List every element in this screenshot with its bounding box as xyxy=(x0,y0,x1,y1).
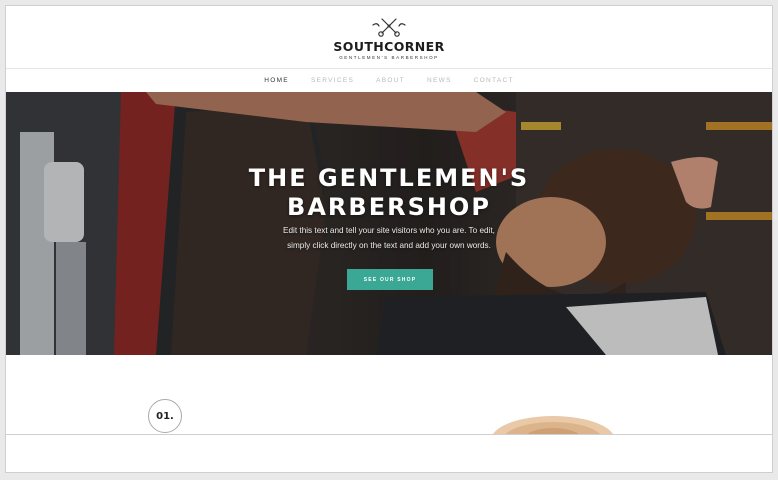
hero-banner: THE GENTLEMEN'S BARBERSHOP Edit this tex… xyxy=(6,92,772,355)
hero-subtitle: Edit this text and tell your site visito… xyxy=(6,223,772,253)
hero-subtitle-line-1: Edit this text and tell your site visito… xyxy=(283,226,495,235)
hero-title: THE GENTLEMEN'S BARBERSHOP xyxy=(6,164,772,222)
hero-title-line-1: THE GENTLEMEN'S xyxy=(248,164,530,192)
hero-subtitle-line-2: simply click directly on the text and ad… xyxy=(287,241,491,250)
bottom-area xyxy=(6,434,772,472)
see-our-shop-button[interactable]: SEE OUR SHOP xyxy=(347,269,433,290)
logo[interactable]: SOUTHCORNER GENTLEMEN'S BARBERSHOP xyxy=(6,16,772,60)
hero-title-line-2: BARBERSHOP xyxy=(287,193,491,221)
browser-frame: SOUTHCORNER GENTLEMEN'S BARBERSHOP HOME … xyxy=(5,5,773,473)
nav-item-news[interactable]: NEWS xyxy=(416,77,463,84)
brand-tagline: GENTLEMEN'S BARBERSHOP xyxy=(339,55,439,60)
nav-item-home[interactable]: HOME xyxy=(253,77,300,84)
site-header: SOUTHCORNER GENTLEMEN'S BARBERSHOP xyxy=(6,6,772,68)
nav-item-services[interactable]: SERVICES xyxy=(300,77,365,84)
section-number-badge: 01. xyxy=(148,399,182,433)
main-nav: HOME SERVICES ABOUT NEWS CONTACT xyxy=(6,69,772,92)
brand-name: SOUTHCORNER xyxy=(333,39,445,54)
nav-item-contact[interactable]: CONTACT xyxy=(463,77,525,84)
nav-item-about[interactable]: ABOUT xyxy=(365,77,416,84)
scissors-razor-logo-icon xyxy=(372,18,406,37)
